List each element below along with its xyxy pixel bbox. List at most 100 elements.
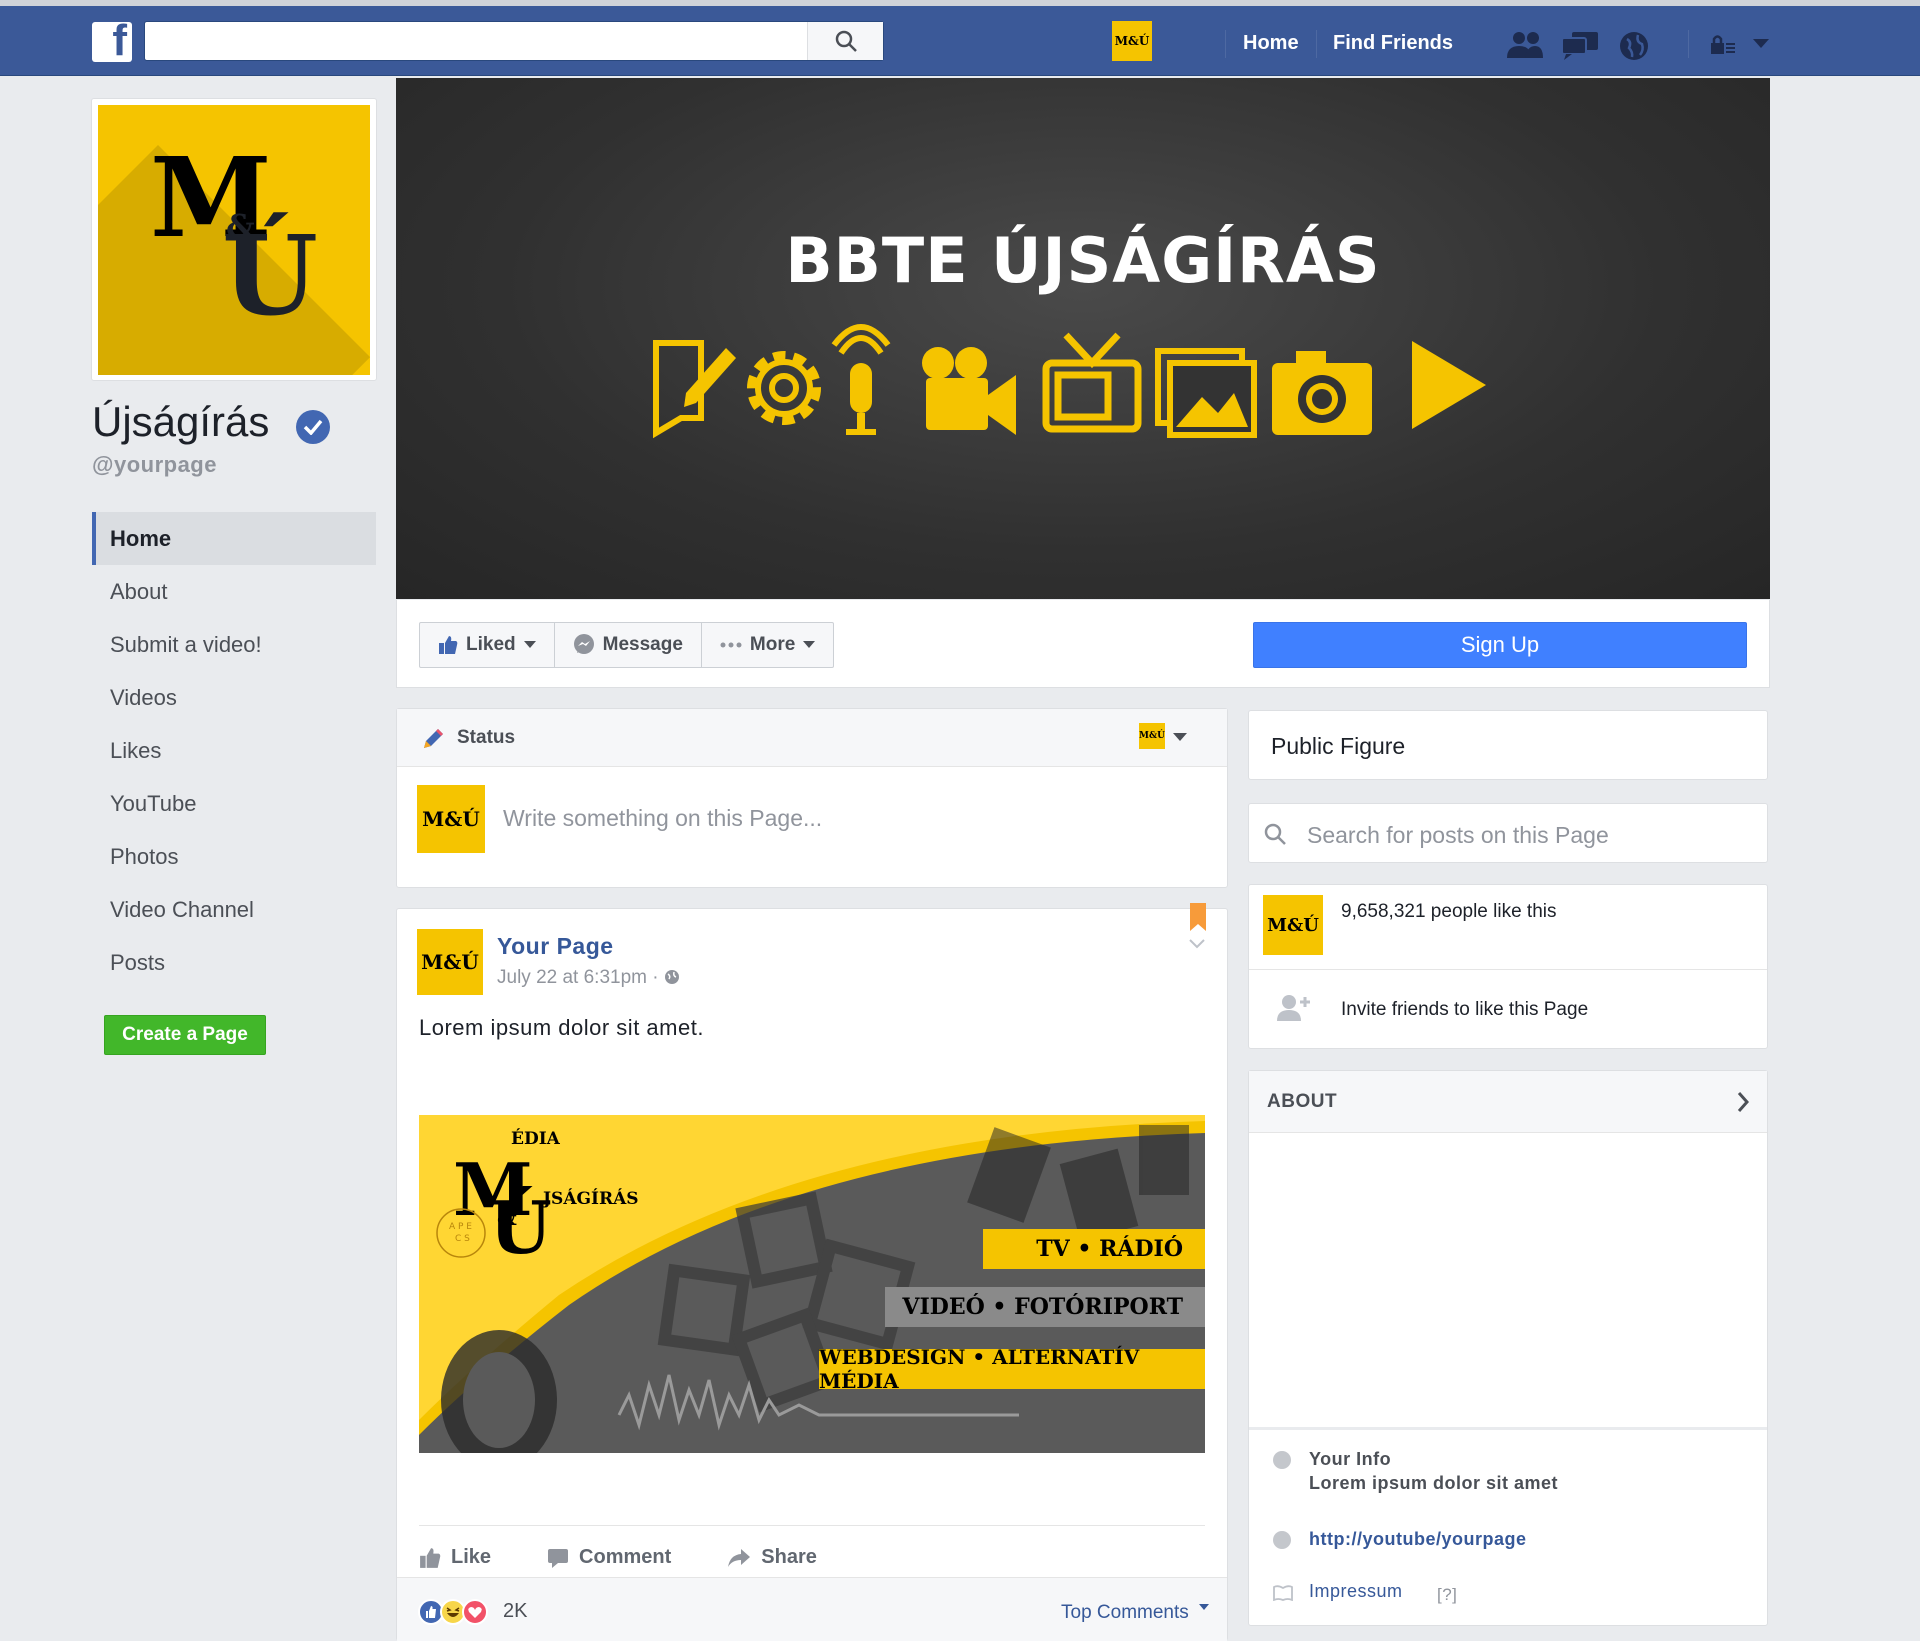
post-timestamp[interactable]: July 22 at 6:31pm · [497,967,680,989]
more-button[interactable]: More [702,623,833,667]
likes-count[interactable]: 9,658,321 people like this [1341,901,1557,923]
profile-picture[interactable]: M & Ú [91,98,377,381]
nav-separator [1316,30,1317,58]
top-comments-dropdown[interactable]: Top Comments [1061,1602,1189,1624]
page-handle[interactable]: @yourpage [92,452,217,478]
banner-line-video-fotoriport: VIDEÓ • FOTÓRIPORT [885,1287,1205,1327]
profile-shortcut-avatar[interactable]: M&Ú [1112,21,1152,61]
info-icon [1273,1451,1291,1469]
sidebar-item-likes[interactable]: Likes [92,724,376,777]
privacy-shortcuts-icon[interactable] [1710,34,1736,56]
composer-avatar: M&Ú [417,785,485,853]
pencil-icon [424,729,443,748]
comment-icon [548,1548,569,1568]
messages-icon[interactable] [1560,30,1600,60]
play-icon [1412,341,1486,429]
nav-separator [1225,30,1226,58]
divider [1249,969,1767,970]
search-button[interactable] [807,22,883,60]
chevron-right-icon[interactable] [1737,1091,1749,1113]
sidebar-item-submit-video[interactable]: Submit a video! [92,618,376,671]
sidebar-item-photos[interactable]: Photos [92,830,376,883]
about-header[interactable]: ABOUT [1249,1071,1767,1133]
page-likes-avatar: M&Ú [1263,895,1323,955]
cover-icons-row [653,324,1486,439]
book-icon [1273,1585,1293,1601]
page-actions-group: Liked Message More [419,622,835,668]
messenger-icon [573,634,594,654]
sidebar-item-youtube[interactable]: YouTube [92,777,376,830]
post-footer: 2K Top Comments [397,1577,1227,1641]
post-author-avatar[interactable]: M&Ú [417,929,483,995]
community-card: M&Ú 9,658,321 people like this Invite fr… [1248,884,1768,1049]
divider [1249,1427,1767,1430]
sidebar-item-video-channel[interactable]: Video Channel [92,883,376,936]
impressum-link[interactable]: Impressum [1309,1581,1403,1602]
sidebar-item-home[interactable]: Home [92,512,376,565]
share-arrow-icon [728,1548,751,1567]
website-link[interactable]: http://youtube/yourpage [1309,1529,1527,1550]
friend-requests-icon[interactable] [1505,30,1545,60]
sign-up-button[interactable]: Sign Up [1253,622,1747,668]
your-info-label: Your Info [1309,1449,1392,1469]
nav-separator [1688,30,1689,58]
composer-input[interactable]: Write something on this Page... [503,805,822,832]
banner-line-webdesign: WEBDESIGN • ALTERNATÍV MÉDIA [819,1345,1205,1393]
nav-find-friends-link[interactable]: Find Friends [1333,32,1453,55]
post-author-link[interactable]: Your Page [497,933,614,960]
account-menu-chevron-down-icon[interactable] [1752,38,1770,50]
post-image[interactable]: M & Ú A P E C S ÉDIA JSÁGÍRÁS TV • RÁDIÓ… [419,1115,1205,1453]
comment-button[interactable]: Comment [547,1538,671,1577]
status-composer: Status M&Ú M&Ú Write something on this P… [396,708,1228,888]
svg-text:A P E: A P E [449,1222,472,1232]
notifications-globe-icon[interactable] [1618,30,1650,62]
reactions-count[interactable]: 2K [503,1600,527,1623]
banner-line-tv-radio: TV • RÁDIÓ [983,1229,1205,1269]
chevron-down-icon[interactable] [1189,939,1205,949]
ellipsis-icon [720,642,742,648]
facebook-logo-icon[interactable]: f [92,16,132,65]
feed-post: M&Ú Your Page July 22 at 6:31pm · Lorem … [396,903,1228,1641]
caret-down-icon[interactable] [1199,1604,1209,1610]
message-button[interactable]: Message [555,623,702,667]
gallery-icon [1155,348,1257,438]
create-page-button[interactable]: Create a Page [104,1015,266,1055]
page-posts-search[interactable]: Search for posts on this Page [1248,803,1768,863]
sidebar-item-videos[interactable]: Videos [92,671,376,724]
page-action-bar: Liked Message More Sign Up [396,600,1770,688]
page-search-input[interactable]: Search for posts on this Page [1307,822,1609,849]
page-side-navigation: Home About Submit a video! Videos Likes … [92,512,376,989]
chevron-down-icon[interactable] [1173,733,1187,742]
composer-header: Status M&Ú [397,709,1227,767]
chevron-down-icon [523,641,536,648]
your-info-text: Lorem ipsum dolor sit amet [1309,1473,1559,1493]
sidebar-item-about[interactable]: About [92,565,376,618]
liked-button[interactable]: Liked [420,623,555,667]
page-category-card: Public Figure [1248,710,1768,780]
search-icon [1264,823,1286,845]
chevron-down-icon [803,641,816,648]
nav-home-link[interactable]: Home [1243,32,1299,55]
mu-logo-icon: M & Ú [98,105,370,375]
banner-ujsagiras-text: JSÁGÍRÁS [543,1189,639,1209]
post-text: Lorem ipsum dolor sit amet. [419,1015,704,1040]
status-tab[interactable]: Status [457,727,515,749]
svg-text:C S: C S [455,1234,470,1244]
bookmark-icon[interactable] [1189,903,1207,933]
website-globe-icon [1273,1531,1291,1549]
invite-friends-link[interactable]: Invite friends to like this Page [1341,999,1588,1021]
video-camera-icon [922,347,1016,435]
search-icon [835,30,857,52]
reactions-icons[interactable] [417,1598,489,1626]
about-card: ABOUT Your Info Lorem ipsum dolor sit am… [1248,1070,1768,1626]
share-button[interactable]: Share [727,1538,817,1577]
photo-camera-icon [1272,351,1372,435]
impressum-help-link[interactable]: [?] [1437,1585,1457,1605]
like-button[interactable]: Like [419,1538,491,1577]
post-as-avatar[interactable]: M&Ú [1139,723,1165,749]
search-input[interactable] [144,21,884,61]
microphone-icon [831,324,891,435]
sidebar-item-posts[interactable]: Posts [92,936,376,989]
cover-photo[interactable]: BBTE ÚJSÁGÍRÁS [396,78,1770,599]
invite-friend-icon [1277,995,1310,1021]
